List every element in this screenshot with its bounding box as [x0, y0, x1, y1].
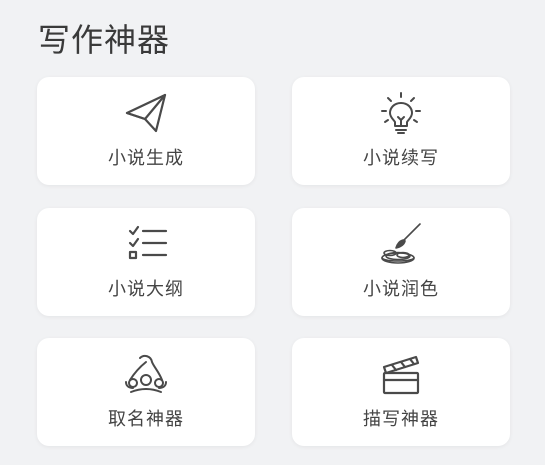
card-label: 小说大纲	[108, 279, 184, 300]
card-naming-tool[interactable]: 取名神器	[37, 338, 255, 446]
card-novel-polish[interactable]: 小说润色	[292, 208, 510, 316]
clapperboard-icon	[376, 350, 426, 400]
card-novel-continue[interactable]: 小说续写	[292, 77, 510, 185]
card-novel-generate[interactable]: 小说生成	[37, 77, 255, 185]
card-label: 描写神器	[363, 409, 439, 430]
paper-plane-icon	[121, 89, 171, 139]
card-novel-outline[interactable]: 小说大纲	[37, 208, 255, 316]
page-title: 写作神器	[38, 21, 171, 59]
crown-icon	[121, 350, 171, 400]
card-label: 小说生成	[108, 148, 184, 169]
brush-palette-icon	[376, 220, 426, 270]
card-label: 小说润色	[363, 279, 439, 300]
lightbulb-icon	[376, 89, 426, 139]
card-label: 取名神器	[108, 409, 184, 430]
card-description-tool[interactable]: 描写神器	[292, 338, 510, 446]
card-label: 小说续写	[363, 148, 439, 169]
checklist-icon	[121, 220, 171, 270]
